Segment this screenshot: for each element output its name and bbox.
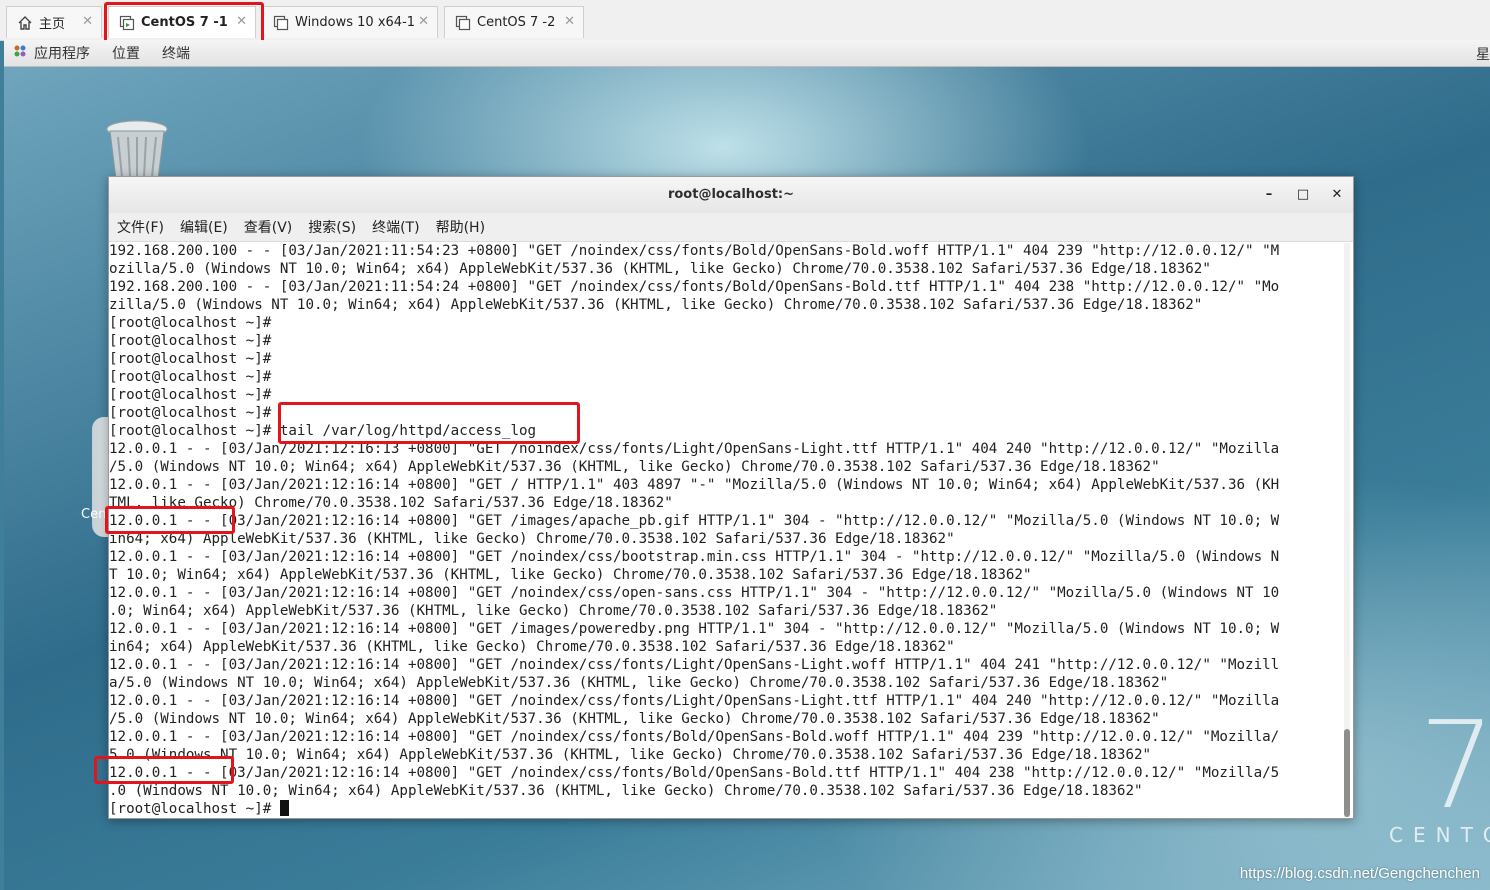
- menu-places[interactable]: 位置: [112, 43, 140, 63]
- terminal-line: in64; x64) AppleWebKit/537.36 (KHTML, li…: [109, 531, 955, 547]
- centos-word: CENTO: [1389, 823, 1490, 847]
- terminal-line: in64; x64) AppleWebKit/537.36 (KHTML, li…: [109, 639, 955, 655]
- close-icon[interactable]: ✕: [564, 14, 575, 29]
- menu-applications[interactable]: 应用程序: [34, 43, 90, 63]
- menu-search[interactable]: 搜索(S): [308, 217, 356, 237]
- tab-centos7-1[interactable]: CentOS 7 -1 ✕: [108, 6, 256, 38]
- scrollbar-thumb[interactable]: [1344, 729, 1350, 817]
- vm-icon: [273, 15, 289, 31]
- terminal-line: 12.0.0.1 - - [03/Jan/2021:12:16:14 +0800…: [109, 477, 1280, 493]
- terminal-output[interactable]: 192.168.200.100 - - [03/Jan/2021:11:54:2…: [109, 242, 1343, 818]
- terminal-window[interactable]: root@localhost:~ – □ ✕ 文件(F) 编辑(E) 查看(V)…: [108, 176, 1354, 819]
- terminal-cursor: [279, 800, 289, 816]
- terminal-line: 12.0.0.1 - - [03/Jan/2021:12:16:14 +0800…: [109, 693, 1280, 709]
- terminal-line: 192.168.200.100 - - [03/Jan/2021:11:54:2…: [109, 279, 1280, 295]
- menu-help[interactable]: 帮助(H): [436, 217, 485, 237]
- terminal-line: 12.0.0.1 - - [03/Jan/2021:12:16:14 +0800…: [109, 657, 1280, 673]
- terminal-line: 12.0.0.1 - - [03/Jan/2021:12:16:14 +0800…: [109, 513, 1280, 529]
- terminal-line: 12.0.0.1 - - [03/Jan/2021:12:16:14 +0800…: [109, 729, 1280, 745]
- terminal-line: [root@localhost ~]#: [109, 800, 1343, 818]
- tab-label: CentOS 7 -1: [141, 15, 228, 30]
- menu-view[interactable]: 查看(V): [244, 217, 293, 237]
- tab-centos7-2[interactable]: CentOS 7 -2 ✕: [444, 6, 584, 38]
- terminal-line: 12.0.0.1 - - [03/Jan/2021:12:16:14 +0800…: [109, 621, 1280, 637]
- terminal-line: 12.0.0.1 - - [03/Jan/2021:12:16:14 +0800…: [109, 765, 1280, 781]
- menu-edit[interactable]: 编辑(E): [180, 217, 228, 237]
- menu-terminal[interactable]: 终端: [162, 43, 190, 63]
- close-button[interactable]: ✕: [1327, 185, 1347, 205]
- terminal-line: [root@localhost ~]#: [109, 369, 272, 385]
- terminal-line: T 10.0; Win64; x64) AppleWebKit/537.36 (…: [109, 567, 1032, 583]
- terminal-line: a/5.0 (Windows NT 10.0; Win64; x64) Appl…: [109, 675, 1169, 691]
- watermark: https://blog.csdn.net/Gengchenchen: [1239, 865, 1480, 882]
- terminal-line: ozilla/5.0 (Windows NT 10.0; Win64; x64)…: [109, 261, 1211, 277]
- scrollbar[interactable]: [1344, 243, 1350, 817]
- tab-home[interactable]: 主页 ✕: [6, 6, 102, 38]
- terminal-line: /5.0 (Windows NT 10.0; Win64; x64) Apple…: [109, 711, 1160, 727]
- terminal-line: 12.0.0.1 - - [03/Jan/2021:12:16:14 +0800…: [109, 585, 1280, 601]
- terminal-menubar: 文件(F) 编辑(E) 查看(V) 搜索(S) 终端(T) 帮助(H): [109, 213, 1353, 242]
- trash-icon[interactable]: [104, 119, 170, 183]
- menu-file[interactable]: 文件(F): [117, 217, 164, 237]
- terminal-line: [root@localhost ~]# tail /var/log/httpd/…: [109, 423, 537, 439]
- home-icon: [17, 15, 33, 31]
- terminal-line: 12.0.0.1 - - [03/Jan/2021:12:16:14 +0800…: [109, 549, 1280, 565]
- vm-icon: [119, 15, 135, 31]
- tab-label: 主页: [39, 17, 66, 32]
- tab-label: CentOS 7 -2: [477, 15, 556, 30]
- tab-label: Windows 10 x64-1: [295, 15, 416, 30]
- gnome-top-bar: 应用程序 位置 终端 星: [4, 40, 1490, 67]
- terminal-line: /5.0 (Windows NT 10.0; Win64; x64) Apple…: [109, 459, 1160, 475]
- minimize-button[interactable]: –: [1259, 185, 1279, 205]
- close-icon[interactable]: ✕: [236, 14, 247, 29]
- terminal-line: [root@localhost ~]#: [109, 387, 272, 403]
- close-icon[interactable]: ✕: [418, 14, 429, 29]
- vm-tab-bar: 主页 ✕ CentOS 7 -1 ✕ Windows 10 x64-1 ✕ Ce…: [0, 0, 1490, 47]
- clock-label[interactable]: 星: [1476, 44, 1490, 64]
- terminal-line: [root@localhost ~]#: [109, 315, 272, 331]
- terminal-line: 5.0 (Windows NT 10.0; Win64; x64) AppleW…: [109, 747, 1152, 763]
- terminal-line: zilla/5.0 (Windows NT 10.0; Win64; x64) …: [109, 297, 1203, 313]
- centos-seven: 7: [1419, 697, 1490, 836]
- apps-icon: [12, 43, 28, 63]
- terminal-line: .0 (Windows NT 10.0; Win64; x64) AppleWe…: [109, 783, 1143, 799]
- terminal-line: 192.168.200.100 - - [03/Jan/2021:11:54:2…: [109, 243, 1280, 259]
- terminal-line: [root@localhost ~]#: [109, 405, 272, 421]
- maximize-button[interactable]: □: [1293, 185, 1313, 205]
- window-title[interactable]: root@localhost:~: [109, 177, 1353, 214]
- tab-windows10[interactable]: Windows 10 x64-1 ✕: [262, 6, 438, 38]
- terminal-line: TML, like Gecko) Chrome/70.0.3538.102 Sa…: [109, 495, 673, 511]
- close-icon[interactable]: ✕: [82, 14, 93, 29]
- vm-icon: [455, 15, 471, 31]
- desktop-icon-label: Cen: [81, 507, 107, 522]
- terminal-line: 12.0.0.1 - - [03/Jan/2021:12:16:13 +0800…: [109, 441, 1280, 457]
- centos-logo: 7 CENTO: [1389, 697, 1490, 848]
- terminal-line: [root@localhost ~]#: [109, 333, 272, 349]
- menu-terminal[interactable]: 终端(T): [372, 217, 419, 237]
- terminal-line: .0; Win64; x64) AppleWebKit/537.36 (KHTM…: [109, 603, 998, 619]
- terminal-line: [root@localhost ~]#: [109, 351, 272, 367]
